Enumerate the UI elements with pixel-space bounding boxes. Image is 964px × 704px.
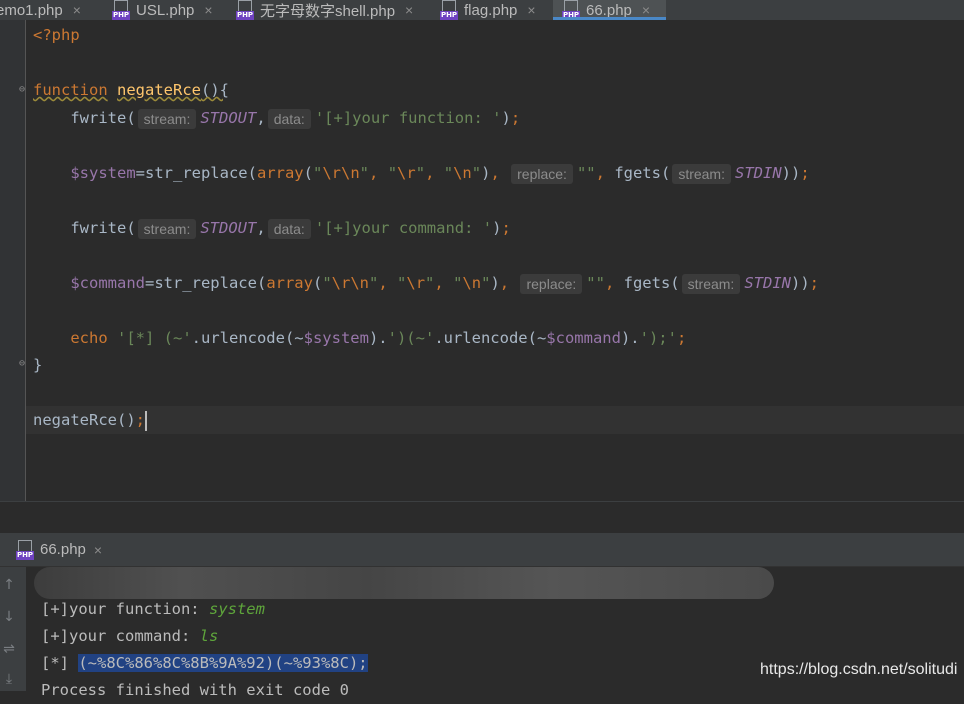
tab-label: flag.php <box>464 1 518 19</box>
text-cursor <box>145 410 147 431</box>
close-icon[interactable]: × <box>204 2 212 18</box>
tab-label: 66.php <box>586 1 632 19</box>
param-hint: stream: <box>137 218 197 239</box>
console-user-input: system <box>208 600 265 618</box>
console-line-function: [+]your function: system <box>41 600 265 618</box>
tab-66[interactable]: PHP 66.php × <box>553 0 666 20</box>
arrow-up-icon[interactable]: ↑ <box>0 577 18 593</box>
tab-label: emo1.php <box>0 1 63 19</box>
tab-usl[interactable]: PHP USL.php × <box>112 0 213 20</box>
php-file-icon: PHP <box>236 0 254 20</box>
console-line-result: [*] (~%8C%86%8C%8B%9A%92)(~%93%8C); <box>41 654 368 672</box>
param-hint: stream: <box>681 273 741 294</box>
param-hint: data: <box>267 218 311 239</box>
param-hint: data: <box>267 108 311 129</box>
panel-divider[interactable] <box>0 501 964 534</box>
run-tool-window-header: PHP 66.php × <box>0 533 964 567</box>
param-hint: stream: <box>672 163 731 184</box>
close-icon[interactable]: × <box>94 542 102 558</box>
console-user-input: ls <box>199 627 219 645</box>
php-file-icon: PHP <box>440 0 458 20</box>
close-icon[interactable]: × <box>527 2 535 18</box>
watermark-text: https://blog.csdn.net/solitudi <box>760 661 958 678</box>
redacted-region <box>34 567 774 599</box>
php-file-icon: PHP <box>562 0 580 20</box>
code-line-15: negateRce(); <box>33 410 147 431</box>
editor-tab-bar: emo1.php × PHP USL.php × PHP 无字母数字shell.… <box>0 0 964 20</box>
console-line-command-prompt: [+]your command: ls <box>41 627 219 645</box>
selected-text: (~%8C%86%8C%8B%9A%92)(~%93%8C); <box>78 654 368 672</box>
tab-label: 无字母数字shell.php <box>260 2 396 20</box>
tab-emo1[interactable]: emo1.php × <box>0 0 81 20</box>
tab-label: USL.php <box>136 1 195 19</box>
code-line-4: fwrite(stream: STDOUT, data: '[+]your funct… <box>70 108 521 129</box>
php-file-icon: PHP <box>16 539 34 560</box>
code-line-12: echo '[*] (~'.urlencode(~$system).')(~'.… <box>70 329 687 347</box>
current-line-highlight <box>26 406 964 434</box>
scroll-to-end-icon[interactable]: ⤓ <box>0 671 18 687</box>
code-line-1: <?php <box>33 26 80 44</box>
arrow-down-icon[interactable]: ↓ <box>0 609 18 625</box>
code-line-3: function negateRce(){ <box>33 81 229 99</box>
code-line-10: $command=str_replace(array("\r\n", "\r",… <box>70 273 820 294</box>
php-file-icon: PHP <box>112 0 130 20</box>
code-line-8: fwrite(stream: STDOUT, data: '[+]your comma… <box>70 218 511 239</box>
tab-flag[interactable]: PHP flag.php × <box>440 0 536 20</box>
code-line-6: $system=str_replace(array("\r\n", "\r", … <box>70 163 810 184</box>
run-tab-label: 66.php <box>40 541 86 558</box>
soft-wrap-icon[interactable]: ⇌ <box>0 641 18 657</box>
param-hint: stream: <box>137 108 197 129</box>
code-line-13: } <box>33 356 43 374</box>
close-icon[interactable]: × <box>405 2 413 18</box>
param-hint: replace: <box>520 273 583 294</box>
run-toolbar: ↑ ↓ ⇌ ⤓ <box>0 567 26 691</box>
run-tab-66[interactable]: PHP 66.php × <box>16 533 102 566</box>
param-hint: replace: <box>511 163 573 184</box>
tab-shell[interactable]: PHP 无字母数字shell.php × <box>236 0 413 20</box>
close-icon[interactable]: × <box>73 2 81 18</box>
code-editor[interactable]: <?php function negateRce(){ fwrite(strea… <box>26 20 964 501</box>
close-icon[interactable]: × <box>642 2 650 18</box>
